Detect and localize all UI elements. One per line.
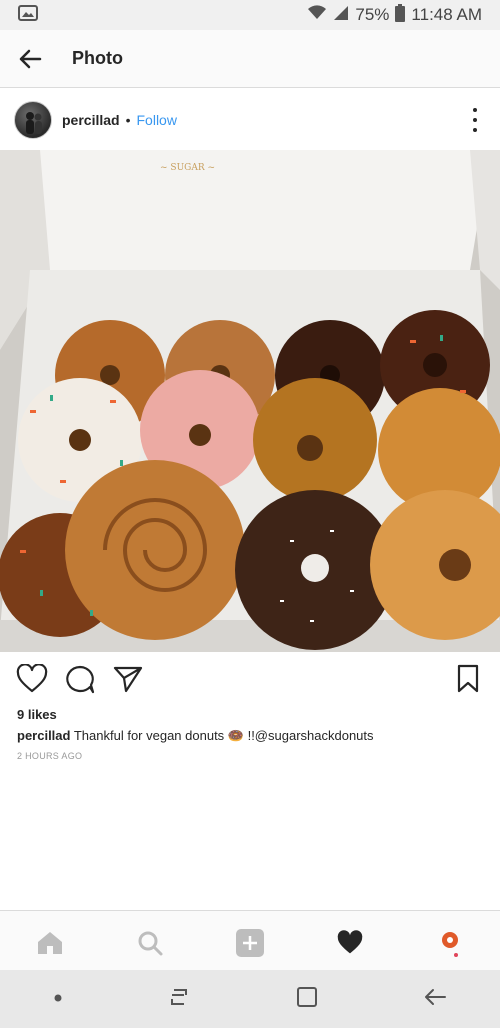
share-button[interactable] [112,664,144,699]
post-caption: percillad Thankful for vegan donuts 🍩 !!… [17,728,487,744]
home-square-icon [296,986,317,1007]
gallery-icon [18,4,38,26]
nav-home[interactable] [30,923,70,963]
send-icon [113,666,143,693]
home-button[interactable] [296,986,318,1013]
add-icon [236,929,264,957]
page-title: Photo [72,48,123,68]
more-options-icon[interactable] [472,108,478,132]
bottom-navigation [0,910,500,970]
assistant-dot-button[interactable] [53,990,63,1008]
post-photo[interactable]: ~ SUGAR ~ [0,150,500,652]
arrow-left-icon [19,49,42,68]
app-header: Photo [0,30,500,88]
status-bar: 75% 11:48 AM [0,0,500,30]
post-timestamp: 2 HOURS AGO [17,751,83,761]
caption-username[interactable]: percillad [17,728,70,743]
avatar[interactable] [14,101,52,139]
comment-icon [66,665,95,694]
post-header: percillad • Follow [0,90,500,150]
clock: 11:48 AM [411,5,482,24]
nav-add[interactable] [230,923,270,963]
nav-profile[interactable] [430,923,470,963]
svg-text:~ SUGAR ~: ~ SUGAR ~ [160,163,215,173]
recents-icon [171,988,188,1005]
username-link[interactable]: percillad [62,112,120,128]
battery-percent: 75% [355,5,390,24]
wifi-icon [307,4,327,26]
battery-icon [395,3,406,27]
nav-search[interactable] [130,923,170,963]
likes-count[interactable]: 9 likes [17,707,57,722]
comment-button[interactable] [64,664,96,699]
bookmark-icon [457,664,479,693]
search-icon [138,931,163,956]
home-icon [38,932,62,954]
signal-icon [333,5,349,26]
like-button[interactable] [16,663,48,699]
system-navigation-bar [0,970,500,1028]
save-button[interactable] [456,664,480,699]
follow-button[interactable]: Follow [137,112,177,128]
separator-dot: • [125,112,131,128]
caption-text: Thankful for vegan donuts 🍩 !!@sugarshac… [73,728,374,743]
post-actions [0,660,500,700]
recents-button[interactable] [168,987,190,1012]
profile-icon [442,932,458,957]
activity-icon [337,930,363,954]
heart-icon [16,663,48,693]
back-arrow-icon [425,988,447,1005]
nav-activity[interactable] [330,923,370,963]
system-back-button[interactable] [423,987,447,1012]
back-button[interactable] [0,30,60,88]
